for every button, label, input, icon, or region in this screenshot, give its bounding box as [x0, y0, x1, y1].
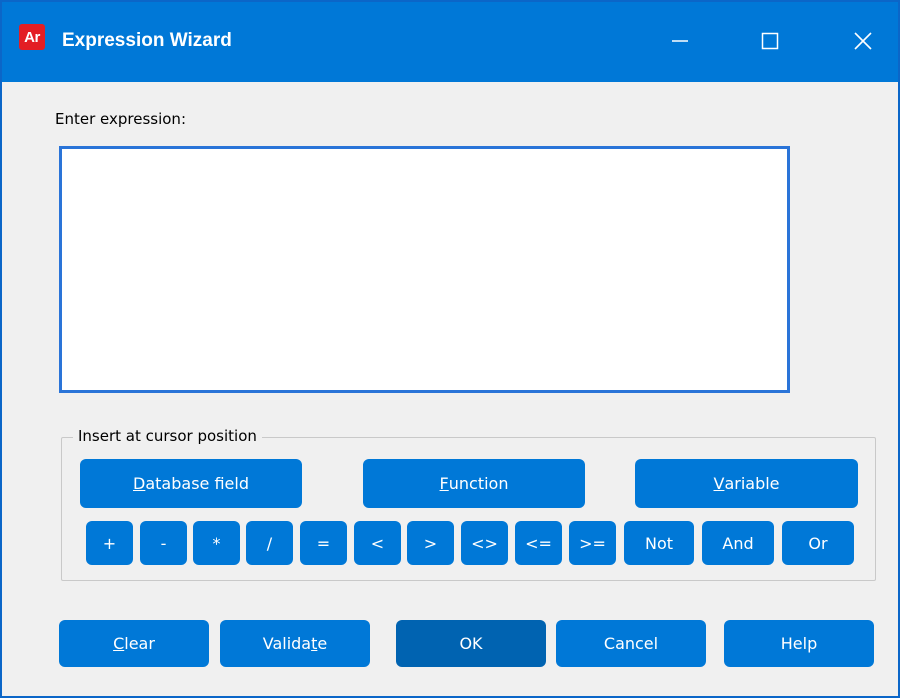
validate-button[interactable]: Valida t e: [220, 620, 370, 667]
window-title: Expression Wizard: [62, 30, 232, 51]
variable-label-post: ariable: [724, 474, 780, 493]
database-field-label-accel: D: [133, 474, 146, 493]
variable-button[interactable]: Variable: [635, 459, 858, 508]
operator-equals-button[interactable]: =: [300, 521, 347, 565]
operator-minus-button[interactable]: -: [140, 521, 187, 565]
operator-greater-than-button[interactable]: >: [407, 521, 454, 565]
validate-label-post: e: [317, 634, 328, 653]
close-button[interactable]: [840, 18, 886, 64]
title-bar[interactable]: Ar Expression Wizard: [2, 2, 898, 82]
maximize-button[interactable]: [747, 18, 793, 64]
function-button[interactable]: Function: [363, 459, 585, 508]
clear-label-accel: C: [113, 634, 125, 653]
function-label-accel: F: [439, 474, 449, 493]
operator-not-button[interactable]: Not: [624, 521, 694, 565]
expression-wizard-window: Ar Expression Wizard Enter expression: I…: [0, 0, 900, 698]
operator-or-button[interactable]: Or: [782, 521, 854, 565]
clear-label-post: lear: [124, 634, 155, 653]
help-button[interactable]: Help: [724, 620, 874, 667]
operator-less-than-button[interactable]: <: [354, 521, 401, 565]
ok-button[interactable]: OK: [396, 620, 546, 667]
clear-button[interactable]: Clear: [59, 620, 209, 667]
close-icon: [854, 32, 872, 50]
maximize-icon: [761, 32, 779, 50]
cancel-button[interactable]: Cancel: [556, 620, 706, 667]
operator-and-button[interactable]: And: [702, 521, 774, 565]
validate-label-pre: Valida: [262, 634, 312, 653]
insert-at-cursor-legend: Insert at cursor position: [73, 427, 262, 445]
minimize-icon: [672, 40, 688, 42]
operator-less-equal-button[interactable]: <=: [515, 521, 562, 565]
app-icon: Ar: [19, 24, 45, 50]
enter-expression-label: Enter expression:: [55, 110, 186, 128]
database-field-label-post: atabase field: [145, 474, 249, 493]
variable-label-accel: V: [713, 474, 725, 493]
operator-multiply-button[interactable]: *: [193, 521, 240, 565]
expression-input[interactable]: [59, 146, 790, 393]
operator-not-equal-button[interactable]: <>: [461, 521, 508, 565]
operator-divide-button[interactable]: /: [246, 521, 293, 565]
minimize-button[interactable]: [657, 18, 703, 64]
database-field-button[interactable]: Database field: [80, 459, 302, 508]
operator-greater-equal-button[interactable]: >=: [569, 521, 616, 565]
operator-plus-button[interactable]: +: [86, 521, 133, 565]
function-label-post: unction: [448, 474, 509, 493]
